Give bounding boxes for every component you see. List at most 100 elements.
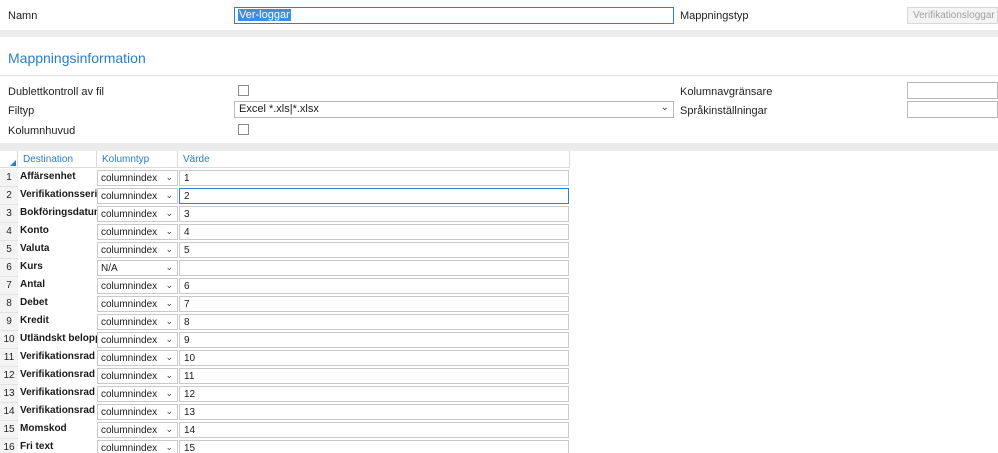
name-input[interactable]: Ver-loggar	[234, 7, 674, 24]
value-input[interactable]: 5	[179, 242, 569, 258]
chevron-down-icon: ⌄	[165, 334, 173, 344]
separator	[0, 30, 998, 37]
row-number: 14	[0, 403, 18, 421]
value-input[interactable]: 2	[179, 188, 569, 204]
row-destination: Antal	[20, 279, 45, 290]
row-number: 13	[0, 385, 18, 403]
table-row: 12 Verifikationsrad 2 columnindex ⌄ 11	[0, 367, 570, 385]
column-type-value: columnindex	[101, 281, 158, 292]
chevron-down-icon: ⌄	[165, 406, 173, 416]
chevron-down-icon: ⌄	[165, 280, 173, 290]
language-settings-input[interactable]	[907, 101, 998, 118]
column-type-select[interactable]: columnindex ⌄	[97, 278, 178, 294]
column-type-select[interactable]: columnindex ⌄	[97, 314, 178, 330]
row-number: 2	[0, 187, 18, 205]
table-row: 7 Antal columnindex ⌄ 6	[0, 277, 570, 295]
row-number: 1	[0, 169, 18, 187]
file-type-select[interactable]: Excel *.xls|*.xlsx ⌄	[234, 101, 674, 118]
value-input[interactable]: 3	[179, 206, 569, 222]
row-destination: Verifikationsrad 2	[20, 369, 104, 380]
column-type-select[interactable]: columnindex ⌄	[97, 188, 178, 204]
column-header-column-type[interactable]: Kolumntyp	[97, 151, 178, 168]
column-type-select[interactable]: columnindex ⌄	[97, 386, 178, 402]
column-type-select[interactable]: columnindex ⌄	[97, 206, 178, 222]
row-number: 9	[0, 313, 18, 331]
value-input[interactable]: 1	[179, 170, 569, 186]
row-number: 8	[0, 295, 18, 313]
value-input[interactable]: 15	[179, 440, 569, 453]
value-input[interactable]: 7	[179, 296, 569, 312]
chevron-down-icon: ⌄	[165, 262, 173, 272]
row-destination: Affärsenhet	[20, 171, 76, 182]
table-row: 16 Fri text columnindex ⌄ 15	[0, 439, 570, 453]
mapping-type-field[interactable]: Verifikationsloggar	[907, 7, 998, 24]
row-number: 12	[0, 367, 18, 385]
column-type-select[interactable]: columnindex ⌄	[97, 224, 178, 240]
value-input[interactable]: 6	[179, 278, 569, 294]
duplicate-check-checkbox[interactable]	[238, 85, 249, 96]
row-destination: Fri text	[20, 441, 54, 452]
row-destination: Debet	[20, 297, 48, 308]
row-destination: Kurs	[20, 261, 43, 272]
row-number: 7	[0, 277, 18, 295]
row-number: 10	[0, 331, 18, 349]
column-header-destination[interactable]: Destination	[18, 151, 97, 168]
row-destination: Momskod	[20, 423, 67, 434]
row-number: 15	[0, 421, 18, 439]
column-type-select[interactable]: N/A ⌄	[97, 260, 178, 276]
column-type-select[interactable]: columnindex ⌄	[97, 440, 178, 453]
table-row: 4 Konto columnindex ⌄ 4	[0, 223, 570, 241]
row-number: 6	[0, 259, 18, 277]
row-number: 11	[0, 349, 18, 367]
column-type-select[interactable]: columnindex ⌄	[97, 404, 178, 420]
row-destination: Verifikationsrad 3	[20, 387, 104, 398]
column-type-select[interactable]: columnindex ⌄	[97, 350, 178, 366]
chevron-down-icon: ⌄	[165, 172, 173, 182]
value-input[interactable]: 12	[179, 386, 569, 402]
row-destination: Bokföringsdatum	[20, 207, 103, 218]
column-type-value: columnindex	[101, 425, 158, 436]
sort-indicator-icon	[10, 160, 16, 166]
value-input[interactable]	[179, 260, 569, 276]
table-row: 14 Verifikationsrad 4 columnindex ⌄ 13	[0, 403, 570, 421]
chevron-down-icon: ⌄	[165, 316, 173, 326]
column-type-select[interactable]: columnindex ⌄	[97, 422, 178, 438]
column-type-select[interactable]: columnindex ⌄	[97, 170, 178, 186]
row-number: 5	[0, 241, 18, 259]
value-input[interactable]: 10	[179, 350, 569, 366]
column-type-value: columnindex	[101, 299, 158, 310]
column-header-label: Kolumnhuvud	[8, 125, 76, 137]
chevron-down-icon: ⌄	[165, 244, 173, 254]
column-type-value: columnindex	[101, 353, 158, 364]
column-type-value: columnindex	[101, 317, 158, 328]
table-row: 2 Verifikationsserie columnindex ⌄ 2	[0, 187, 570, 205]
row-destination: Verifikationsrad 4	[20, 405, 104, 416]
column-type-select[interactable]: columnindex ⌄	[97, 242, 178, 258]
value-input[interactable]: 9	[179, 332, 569, 348]
value-input[interactable]: 14	[179, 422, 569, 438]
section-title: Mappningsinformation	[8, 50, 146, 66]
column-type-value: columnindex	[101, 389, 158, 400]
chevron-down-icon: ⌄	[165, 370, 173, 380]
value-input[interactable]: 4	[179, 224, 569, 240]
column-type-select[interactable]: columnindex ⌄	[97, 296, 178, 312]
duplicate-check-label: Dublettkontroll av fil	[8, 86, 104, 98]
column-type-value: N/A	[101, 263, 118, 274]
value-input[interactable]: 8	[179, 314, 569, 330]
column-type-select[interactable]: columnindex ⌄	[97, 332, 178, 348]
row-destination: Verifikationsrad 1	[20, 351, 104, 362]
language-settings-label: Språkinställningar	[680, 105, 768, 117]
column-type-value: columnindex	[101, 371, 158, 382]
name-label: Namn	[8, 10, 38, 22]
value-input[interactable]: 13	[179, 404, 569, 420]
chevron-down-icon: ⌄	[165, 388, 173, 398]
chevron-down-icon: ⌄	[165, 190, 173, 200]
column-type-select[interactable]: columnindex ⌄	[97, 368, 178, 384]
column-header-checkbox[interactable]	[238, 124, 249, 135]
value-input[interactable]: 11	[179, 368, 569, 384]
column-separator-input[interactable]	[907, 82, 998, 99]
column-type-value: columnindex	[101, 227, 158, 238]
column-header-value[interactable]: Värde	[178, 151, 570, 168]
row-number: 16	[0, 439, 18, 453]
column-type-value: columnindex	[101, 191, 158, 202]
